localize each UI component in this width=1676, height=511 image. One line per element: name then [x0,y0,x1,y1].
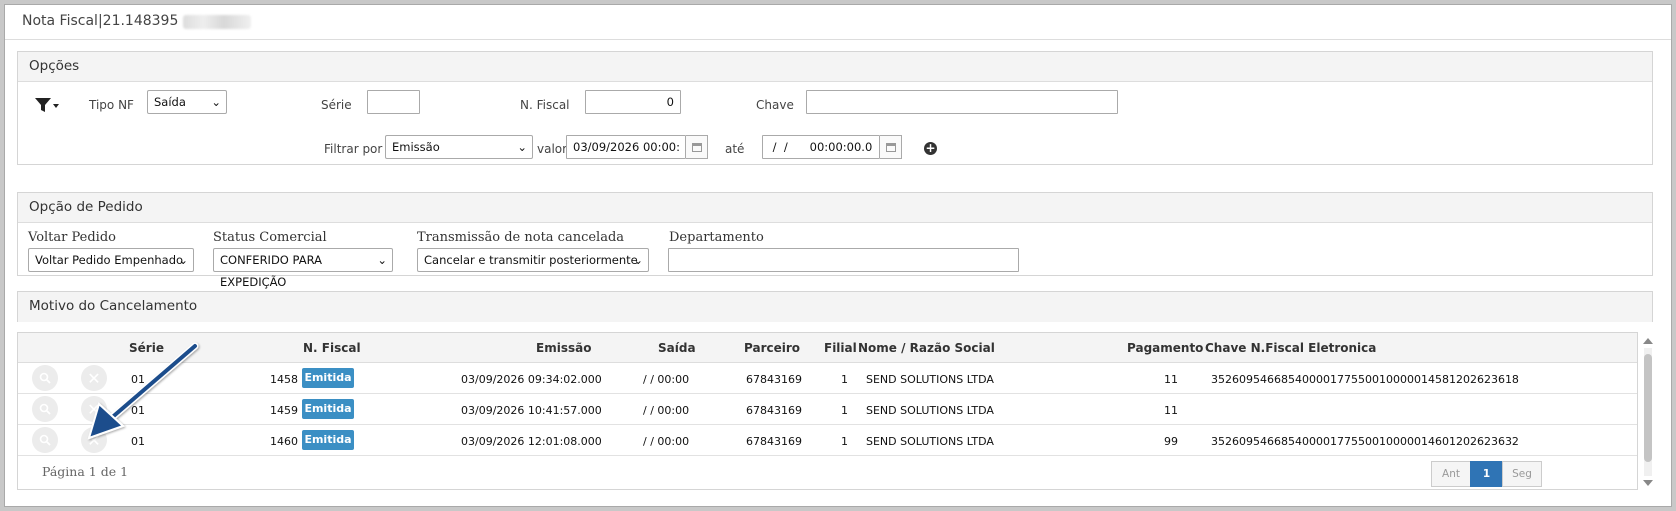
cell-filial: 1 [841,404,848,417]
status-badge: Emitida [302,368,354,388]
tipo-nf-select[interactable]: Saída ⌄ [147,90,227,114]
prev-page-button[interactable]: Ant [1431,461,1471,487]
filtrar-value: Emissão [392,140,440,154]
chevron-down-icon: ⌄ [517,140,527,154]
next-page-button[interactable]: Seg [1502,461,1542,487]
search-icon[interactable] [32,396,58,422]
table-row[interactable]: ✕ 01 1458 Emitida 03/09/2026 09:34:02.00… [18,363,1637,394]
departamento-label: Departamento [669,230,764,245]
cell-saida: / / 00:00 [643,404,690,417]
grid-scrollbar[interactable] [1641,334,1655,490]
col-saida[interactable]: Saída [658,341,696,355]
page-info: Página 1 de 1 [42,464,129,479]
chave-input[interactable] [806,90,1118,114]
cell-pagamento: 11 [1164,404,1178,417]
cell-emissao: 03/09/2026 09:34:02.000 [461,373,602,386]
scroll-down-icon[interactable] [1643,480,1653,486]
search-icon[interactable] [32,427,58,453]
cell-pagamento: 99 [1164,435,1178,448]
chevron-down-icon: ⌄ [633,253,643,267]
col-nome[interactable]: Nome / Razão Social [858,341,995,355]
scroll-thumb[interactable] [1644,354,1652,462]
cell-nfiscal: 1460 [270,435,298,448]
cell-nfiscal: 1459 [270,404,298,417]
plus-circle-icon[interactable]: + [924,142,937,155]
scroll-up-icon[interactable] [1643,338,1653,344]
status-label: Status Comercial [213,230,327,245]
cell-filial: 1 [841,435,848,448]
table-row[interactable]: ✕ 01 1460 Emitida 03/09/2026 12:01:08.00… [18,425,1637,456]
nfiscal-label: N. Fiscal [520,98,570,112]
ate-label: até [725,142,745,156]
voltar-select[interactable]: Voltar Pedido Empenhado ⌄ [28,248,194,272]
cell-nome: SEND SOLUTIONS LTDA [866,435,994,448]
valor-label: valor [537,142,568,156]
motivo-panel[interactable]: Motivo do Cancelamento [17,291,1653,322]
filter-icon[interactable] [34,96,60,117]
grid-footer: Página 1 de 1 Ant 1 Seg [18,455,1637,490]
col-parceiro[interactable]: Parceiro [744,341,800,355]
col-filial[interactable]: Filial [824,341,857,355]
voltar-value: Voltar Pedido Empenhado [35,253,184,267]
chevron-down-icon: ⌄ [178,253,188,267]
cell-emissao: 03/09/2026 10:41:57.000 [461,404,602,417]
filtrar-label: Filtrar por [324,142,383,156]
search-icon[interactable] [32,365,58,391]
title-divider [5,39,1671,40]
calendar-icon[interactable] [880,135,902,159]
nf-grid: Série N. Fiscal Emissão Saída Parceiro F… [17,332,1638,490]
transmissao-label: Transmissão de nota cancelada [417,230,625,245]
pedido-header: Opção de Pedido [18,193,1652,223]
status-value: CONFERIDO PARA EXPEDIÇÃO [220,253,322,289]
cell-nfiscal: 1458 [270,373,298,386]
nfiscal-input[interactable] [585,90,681,114]
chave-label: Chave [756,98,794,112]
opcoes-header: Opções [18,52,1652,82]
cell-nome: SEND SOLUTIONS LTDA [866,404,994,417]
window-title: Nota Fiscal|21.148395 [22,13,179,29]
redacted-title-blur [183,15,251,29]
transmissao-value: Cancelar e transmitir posteriormente [424,253,638,267]
valor-date-input[interactable] [566,135,686,159]
cell-chave: 3526095466854000017755001000001458120262… [1211,373,1519,386]
col-pagamento[interactable]: Pagamento [1127,341,1203,355]
opcoes-panel: Opções Tipo NF Saída ⌄ Série N. Fiscal C… [17,51,1653,165]
calendar-icon[interactable] [686,135,708,159]
transmissao-select[interactable]: Cancelar e transmitir posteriormente ⌄ [417,248,649,272]
cell-parceiro: 67843169 [746,373,802,386]
cell-parceiro: 67843169 [746,404,802,417]
cell-filial: 1 [841,373,848,386]
cell-pagamento: 11 [1164,373,1178,386]
chevron-down-icon: ⌄ [211,95,221,109]
cell-emissao: 03/09/2026 12:01:08.000 [461,435,602,448]
chevron-down-icon: ⌄ [377,253,387,267]
motivo-header: Motivo do Cancelamento [18,292,1652,322]
page-1-button[interactable]: 1 [1470,461,1503,487]
tipo-nf-label: Tipo NF [89,98,134,112]
col-emissao[interactable]: Emissão [536,341,591,355]
arrow-icon [87,342,199,440]
col-chave[interactable]: Chave N.Fiscal Eletronica [1205,341,1376,355]
cell-parceiro: 67843169 [746,435,802,448]
filtrar-select[interactable]: Emissão ⌄ [385,135,533,159]
pedido-panel: Opção de Pedido Voltar Pedido Voltar Ped… [17,192,1653,289]
serie-input[interactable] [367,90,420,114]
voltar-label: Voltar Pedido [28,230,116,245]
grid-header: Série N. Fiscal Emissão Saída Parceiro F… [18,333,1637,363]
cell-nome: SEND SOLUTIONS LTDA [866,373,994,386]
cell-chave: 3526095466854000017755001000001460120262… [1211,435,1519,448]
status-select[interactable]: CONFERIDO PARA EXPEDIÇÃO ⌄ [213,248,393,289]
cell-saida: / / 00:00 [643,373,690,386]
tipo-nf-value: Saída [154,95,186,109]
status-badge: Emitida [302,399,354,419]
nota-fiscal-window: Nota Fiscal|21.148395 Opções Tipo NF Saí… [4,4,1672,507]
serie-label: Série [321,98,352,112]
col-nfiscal[interactable]: N. Fiscal [303,341,361,355]
ate-date-input[interactable] [762,135,880,159]
status-badge: Emitida [302,430,354,450]
departamento-input[interactable] [668,248,1019,272]
cell-saida: / / 00:00 [643,435,690,448]
table-row[interactable]: ✕ 01 1459 Emitida 03/09/2026 10:41:57.00… [18,394,1637,425]
